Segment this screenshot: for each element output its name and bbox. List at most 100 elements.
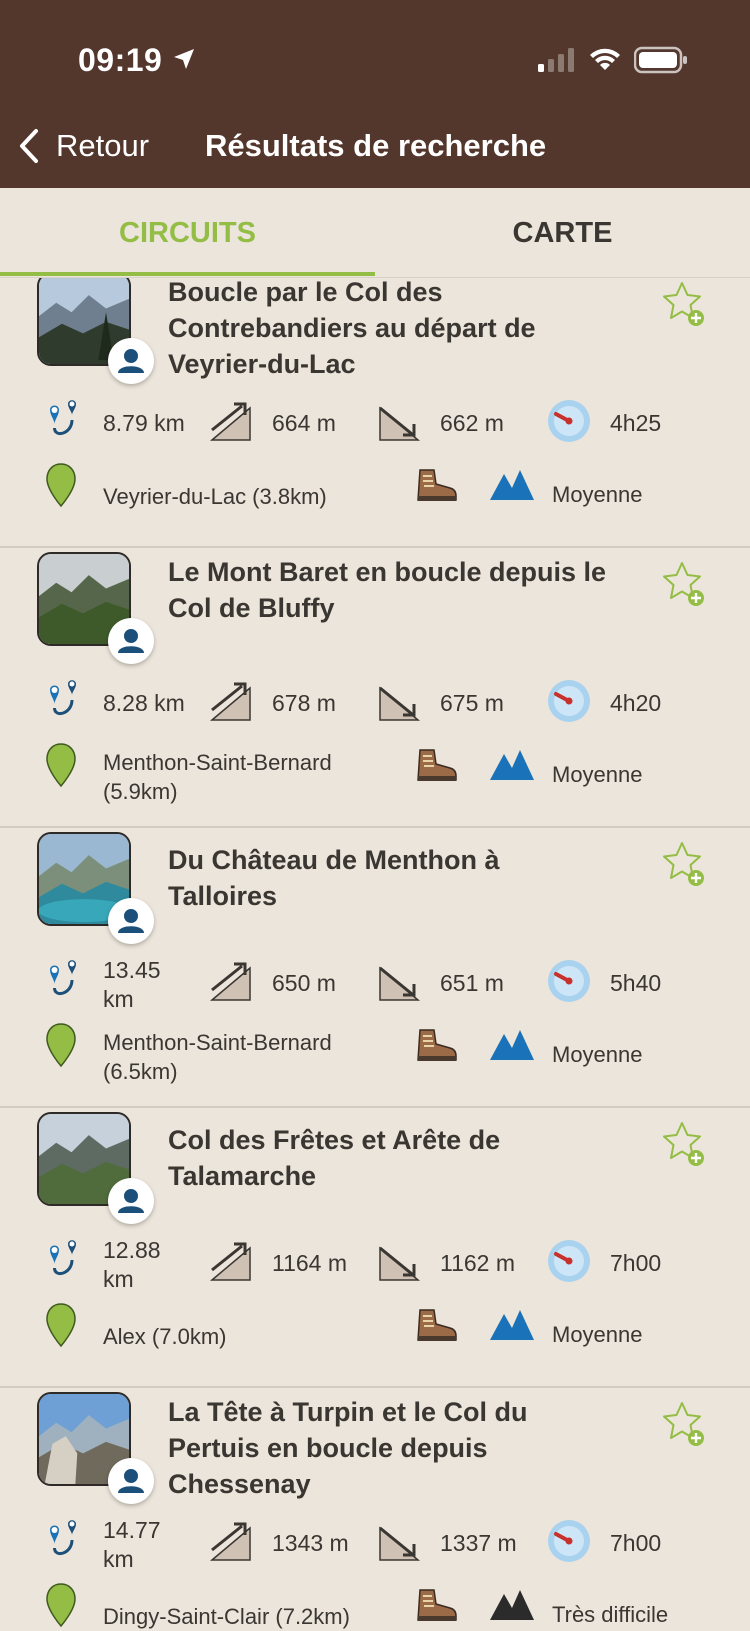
wifi-icon: [590, 48, 620, 70]
difficulty-label: Très difficile: [552, 1602, 669, 1627]
hiking-boot-icon: [417, 749, 457, 781]
difficulty-mountain-icon: [490, 1030, 534, 1060]
hiking-boot-icon: [417, 1589, 457, 1621]
ascent-value: 650 m: [272, 970, 336, 996]
add-favorite-star-icon[interactable]: [660, 280, 708, 328]
duration-value: 7h00: [610, 1250, 662, 1276]
add-favorite-star-icon[interactable]: [660, 840, 708, 888]
start-location: Dingy-Saint-Clair (7.2km): [103, 1604, 350, 1629]
ascent-icon: [209, 962, 251, 1001]
difficulty-label: Moyenne: [552, 482, 643, 507]
descent-value: 675 m: [440, 690, 504, 716]
author-avatar: [108, 1458, 154, 1504]
ascent-value: 664 m: [272, 410, 336, 436]
circuit-list: Boucle par le Col des Contrebandiers au …: [0, 278, 750, 1631]
circuit-title[interactable]: La Tête à Turpin et le Col du Pertuis en…: [168, 1394, 608, 1502]
app-header: 09:19 Retour Résultats de recherche: [0, 0, 750, 188]
back-button[interactable]: Retour: [14, 124, 149, 168]
distance-route-icon: [50, 1240, 76, 1276]
tab-carte[interactable]: CARTE: [375, 188, 750, 278]
descent-icon: [379, 1246, 421, 1281]
descent-icon: [379, 1526, 421, 1561]
author-avatar: [108, 1178, 154, 1224]
page-title: Résultats de recherche: [205, 128, 547, 163]
hiking-boot-icon: [417, 1309, 457, 1341]
descent-value: 651 m: [440, 970, 504, 996]
active-tab-indicator: [0, 272, 375, 276]
start-location: Alex (7.0km): [103, 1324, 227, 1349]
distance-value: 8.79 km: [103, 410, 185, 436]
difficulty-label: Moyenne: [552, 1042, 643, 1067]
user-icon: [118, 1189, 144, 1213]
ascent-icon: [209, 402, 251, 441]
distance-route-icon: [50, 960, 76, 996]
descent-icon: [379, 966, 421, 1001]
add-favorite-star-icon[interactable]: [660, 1400, 708, 1448]
user-icon: [118, 909, 144, 933]
location-pin-icon: [46, 1303, 76, 1348]
battery-icon: [634, 46, 687, 74]
duration-timer-icon: [548, 680, 590, 722]
start-location: Menthon-Saint-Bernard (6.5km): [103, 1030, 332, 1084]
circuit-card[interactable]: Le Mont Baret en boucle depuis le Col de…: [0, 548, 750, 828]
tab-circuits[interactable]: CIRCUITS: [0, 188, 375, 278]
start-location: Veyrier-du-Lac (3.8km): [103, 484, 327, 509]
back-label: Retour: [56, 128, 150, 163]
ascent-value: 678 m: [272, 690, 336, 716]
duration-timer-icon: [548, 1240, 590, 1282]
descent-value: 1162 m: [440, 1250, 516, 1276]
descent-value: 662 m: [440, 410, 504, 436]
duration-timer-icon: [548, 400, 590, 442]
duration-timer-icon: [548, 960, 590, 1002]
descent-icon: [379, 686, 421, 721]
author-avatar: [108, 338, 154, 384]
location-pin-icon: [46, 743, 76, 788]
circuit-card[interactable]: La Tête à Turpin et le Col du Pertuis en…: [0, 1388, 750, 1631]
circuit-card[interactable]: Du Château de Menthon à Talloires 13.45 …: [0, 828, 750, 1108]
author-avatar: [108, 898, 154, 944]
difficulty-label: Moyenne: [552, 1322, 643, 1347]
location-arrow-icon: [174, 49, 194, 69]
distance-value: 13.45 km: [103, 957, 161, 1012]
ascent-icon: [209, 1242, 251, 1281]
difficulty-mountain-icon: [490, 1310, 534, 1340]
duration-value: 5h40: [610, 970, 662, 996]
user-icon: [118, 1469, 144, 1493]
location-pin-icon: [46, 463, 76, 508]
difficulty-mountain-icon: [490, 750, 534, 780]
circuit-card[interactable]: Col des Frêtes et Arête de Talamarche 12…: [0, 1108, 750, 1388]
duration-timer-icon: [548, 1520, 590, 1562]
hiking-boot-icon: [417, 469, 457, 501]
add-favorite-star-icon[interactable]: [660, 1120, 708, 1168]
distance-value: 14.77 km: [103, 1517, 161, 1572]
descent-icon: [379, 406, 421, 441]
duration-value: 4h20: [610, 690, 662, 716]
start-location: Menthon-Saint-Bernard (5.9km): [103, 750, 332, 804]
chevron-left-icon: [20, 129, 38, 163]
difficulty-mountain-icon: [490, 1590, 534, 1620]
user-icon: [118, 349, 144, 373]
ascent-icon: [209, 1522, 251, 1561]
status-time: 09:19: [78, 42, 163, 78]
difficulty-label: Moyenne: [552, 762, 643, 787]
tab-bar: CIRCUITS CARTE: [0, 188, 750, 278]
location-pin-icon: [46, 1023, 76, 1068]
circuit-card[interactable]: Boucle par le Col des Contrebandiers au …: [0, 278, 750, 548]
distance-value: 8.28 km: [103, 690, 185, 716]
circuit-title[interactable]: Le Mont Baret en boucle depuis le Col de…: [168, 554, 608, 626]
circuit-title[interactable]: Du Château de Menthon à Talloires: [168, 842, 608, 914]
distance-route-icon: [50, 1520, 76, 1556]
circuit-title[interactable]: Boucle par le Col des Contrebandiers au …: [168, 278, 608, 382]
cellular-signal-icon: [538, 48, 574, 72]
circuit-title[interactable]: Col des Frêtes et Arête de Talamarche: [168, 1122, 608, 1194]
duration-value: 4h25: [610, 410, 662, 436]
distance-route-icon: [50, 680, 76, 716]
distance-route-icon: [50, 400, 76, 436]
ascent-value: 1343 m: [272, 1530, 349, 1556]
add-favorite-star-icon[interactable]: [660, 560, 708, 608]
author-avatar: [108, 618, 154, 664]
difficulty-mountain-icon: [490, 470, 534, 500]
distance-value: 12.88 km: [103, 1237, 161, 1292]
descent-value: 1337 m: [440, 1530, 517, 1556]
user-icon: [118, 629, 144, 653]
